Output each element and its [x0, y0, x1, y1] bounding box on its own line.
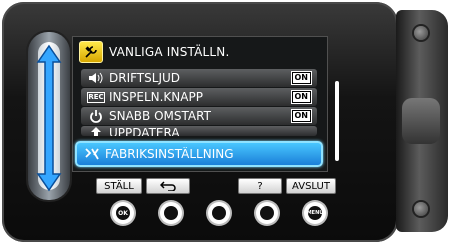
- menu-item-inspeln-knapp[interactable]: REC INSPELN.KNAPP ON: [81, 88, 317, 106]
- menu-item-label: SNABB OMSTART: [109, 109, 211, 123]
- menu-item-driftsljud[interactable]: DRIFTSLJUD ON: [81, 69, 317, 87]
- ok-button[interactable]: OK: [112, 202, 134, 224]
- hardware-buttons: OK MENU: [112, 202, 326, 228]
- menu-label: MENU: [307, 206, 323, 220]
- menu-list: DRIFTSLJUD ON REC INSPELN.KNAPP ON SNABB…: [75, 69, 323, 167]
- tools-icon: [79, 41, 103, 63]
- menu-item-fabriksinstallning[interactable]: FABRIKSINSTÄLLNING: [75, 141, 323, 167]
- hw-button-2[interactable]: [160, 202, 182, 224]
- menu-item-label: FABRIKSINSTÄLLNING: [105, 147, 234, 161]
- rec-icon: REC: [87, 91, 105, 103]
- softkey-bar: STÄLL ? AVSLUT: [96, 178, 336, 194]
- ok-label: OK: [116, 206, 130, 220]
- power-icon: [87, 109, 105, 123]
- help-button[interactable]: ?: [238, 178, 282, 194]
- menu-item-label: UPPDATERA: [109, 126, 180, 136]
- screw-icon: [414, 202, 428, 216]
- status-badge: ON: [291, 72, 311, 84]
- menu-button[interactable]: MENU: [304, 202, 326, 224]
- factory-reset-icon: [83, 147, 101, 161]
- lcd-screen: VANLIGA INSTÄLLN. DRIFTSLJUD ON REC INSP…: [72, 36, 339, 172]
- exit-button[interactable]: AVSLUT: [286, 178, 336, 194]
- scrollbar[interactable]: [335, 81, 339, 161]
- status-badge: ON: [291, 91, 311, 103]
- return-arrow-icon: [160, 181, 176, 191]
- hw-button-4[interactable]: [256, 202, 278, 224]
- page-title: VANLIGA INSTÄLLN.: [109, 45, 230, 59]
- status-badge: ON: [291, 110, 311, 122]
- hinge: [396, 10, 448, 232]
- menu-item-label: DRIFTSLJUD: [109, 71, 181, 85]
- touch-slider[interactable]: [28, 32, 70, 200]
- back-button[interactable]: [146, 178, 190, 194]
- speaker-icon: [87, 71, 105, 85]
- screw-icon: [414, 26, 428, 40]
- up-down-arrow-icon: [36, 44, 62, 192]
- hinge-knob: [402, 98, 440, 144]
- set-button[interactable]: STÄLL: [96, 178, 142, 194]
- update-icon: [87, 126, 105, 136]
- menu-item-label: INSPELN.KNAPP: [109, 90, 203, 104]
- camera-body: VANLIGA INSTÄLLN. DRIFTSLJUD ON REC INSP…: [2, 2, 398, 242]
- menu-header: VANLIGA INSTÄLLN.: [79, 41, 229, 63]
- menu-item-snabb-omstart[interactable]: SNABB OMSTART ON: [81, 107, 317, 125]
- menu-item-uppdatera[interactable]: UPPDATERA: [81, 126, 317, 136]
- hw-button-3[interactable]: [208, 202, 230, 224]
